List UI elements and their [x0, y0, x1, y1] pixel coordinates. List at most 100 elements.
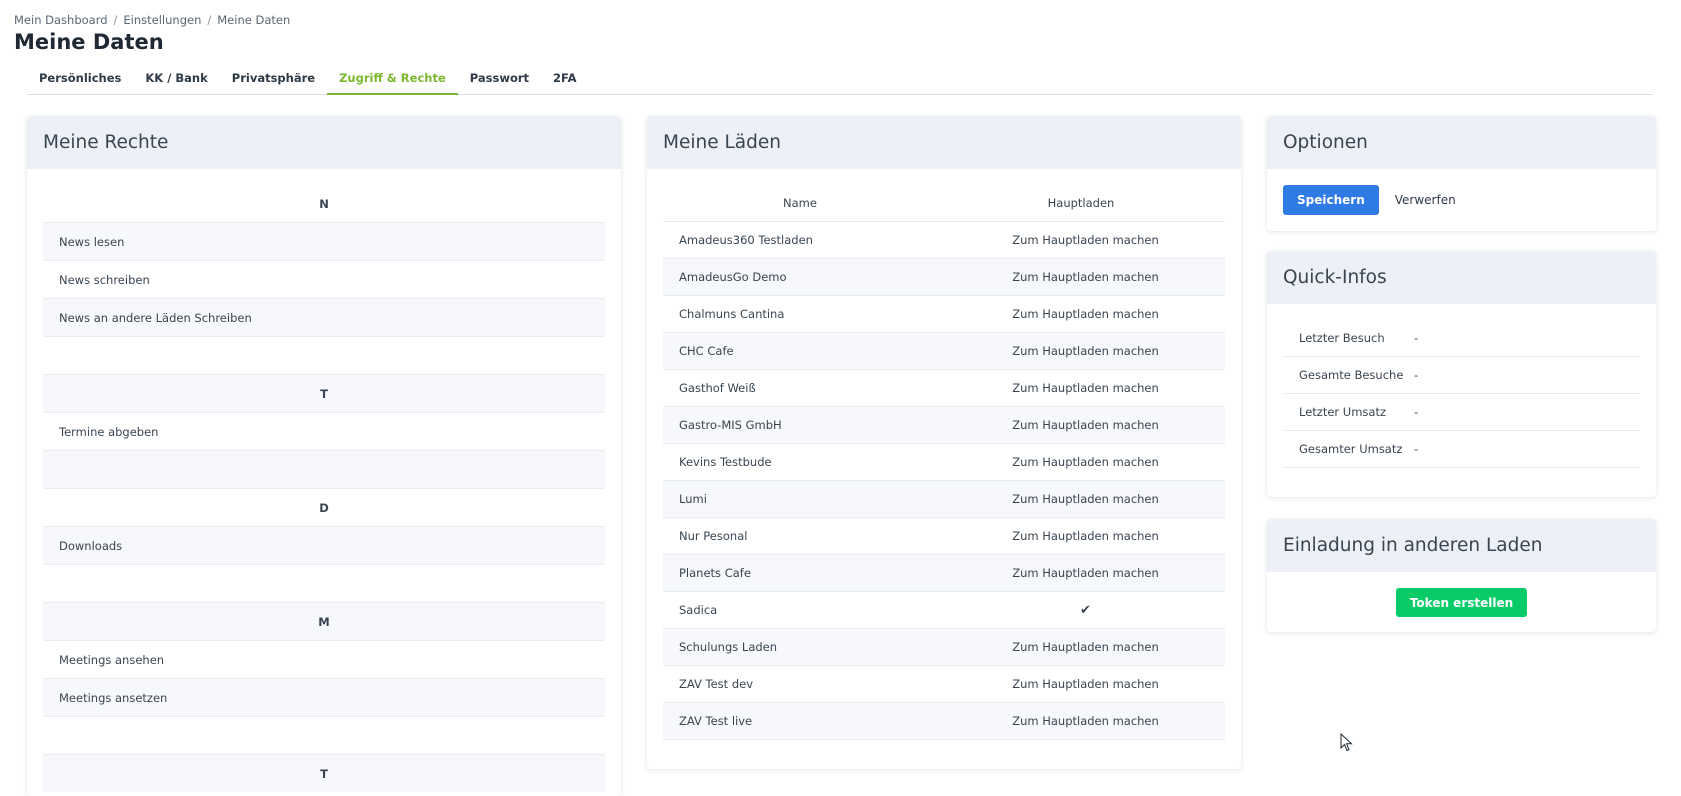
quick-info-value: - [1414, 331, 1419, 345]
breadcrumb-current: Meine Daten [217, 13, 291, 27]
quick-info-label: Letzter Besuch [1299, 331, 1385, 345]
store-row: Gastro-MIS GmbH Zum Hauptladen machen [663, 407, 1225, 444]
quick-info-row: Gesamter Umsatz - [1283, 431, 1640, 468]
rights-card-title: Meine Rechte [27, 116, 621, 169]
make-main-store-link[interactable]: Zum Hauptladen machen [946, 640, 1225, 654]
quick-info-label: Letzter Umsatz [1299, 405, 1386, 419]
make-main-store-link[interactable]: Zum Hauptladen machen [946, 270, 1225, 284]
tab-password[interactable]: Passwort [458, 66, 541, 93]
store-row: Schulungs Laden Zum Hauptladen machen [663, 629, 1225, 666]
make-main-store-link[interactable]: Zum Hauptladen machen [946, 455, 1225, 469]
rights-item: Termine abgeben [43, 413, 605, 451]
quick-info-value: - [1414, 442, 1419, 456]
store-name: AmadeusGo Demo [679, 270, 787, 284]
store-row: Lumi Zum Hauptladen machen [663, 481, 1225, 518]
quick-infos-card: Quick-Infos Letzter Besuch - Gesamte Besu… [1267, 251, 1656, 497]
quick-info-row: Letzter Umsatz - [1283, 394, 1640, 431]
make-main-store-link[interactable]: Zum Hauptladen machen [946, 307, 1225, 321]
stores-table: Name Hauptladen Amadeus360 Testladen Zum … [647, 169, 1241, 740]
store-row: Sadica ✔ [663, 592, 1225, 629]
make-main-store-link[interactable]: Zum Hauptladen machen [946, 418, 1225, 432]
options-actions: Speichern Verwerfen [1267, 169, 1656, 215]
store-row: Kevins Testbude Zum Hauptladen machen [663, 444, 1225, 481]
mouse-cursor-icon [1340, 733, 1353, 752]
tab-2fa[interactable]: 2FA [541, 66, 588, 93]
store-name: Schulungs Laden [679, 640, 778, 654]
store-row: Nur Pesonal Zum Hauptladen machen [663, 518, 1225, 555]
quick-info-row: Letzter Besuch - [1283, 320, 1640, 357]
rights-spacer [43, 337, 605, 375]
discard-button[interactable]: Verwerfen [1389, 192, 1462, 208]
make-main-store-link[interactable]: Zum Hauptladen machen [946, 344, 1225, 358]
store-name: Planets Cafe [679, 566, 751, 580]
breadcrumb: Mein Dashboard / Einstellungen / Meine Daten [14, 13, 290, 27]
tab-access-rights[interactable]: Zugriff & Rechte [327, 66, 458, 95]
rights-item: News lesen [43, 223, 605, 261]
options-card: Optionen Speichern Verwerfen [1267, 116, 1656, 231]
column-header-name: Name [783, 196, 817, 210]
make-main-store-link[interactable]: Zum Hauptladen machen [946, 381, 1225, 395]
breadcrumb-settings[interactable]: Einstellungen [123, 13, 201, 27]
quick-infos-list: Letzter Besuch - Gesamte Besuche - Letzter… [1267, 304, 1656, 468]
make-main-store-link[interactable]: Zum Hauptladen machen [946, 492, 1225, 506]
rights-spacer [43, 451, 605, 489]
make-main-store-link[interactable]: Zum Hauptladen machen [946, 714, 1225, 728]
rights-spacer [43, 717, 605, 755]
tab-privacy[interactable]: Privatsphäre [220, 66, 327, 93]
make-main-store-link[interactable]: Zum Hauptladen machen [946, 529, 1225, 543]
create-token-button[interactable]: Token erstellen [1395, 588, 1528, 617]
rights-item: News an andere Läden Schreiben [43, 299, 605, 337]
make-main-store-link[interactable]: Zum Hauptladen machen [946, 233, 1225, 247]
store-name: Chalmuns Cantina [679, 307, 785, 321]
store-name: Amadeus360 Testladen [679, 233, 813, 247]
rights-group-letter: N [43, 185, 605, 223]
invite-card: Einladung in anderen Laden Token erstell… [1267, 519, 1656, 632]
store-name: Lumi [679, 492, 707, 506]
main-store-indicator: ✔ [946, 603, 1225, 618]
store-row: ZAV Test live Zum Hauptladen machen [663, 703, 1225, 740]
rights-group-letter: M [43, 603, 605, 641]
checkmark-icon: ✔ [1080, 602, 1091, 618]
rights-spacer [43, 565, 605, 603]
store-name: ZAV Test live [679, 714, 753, 728]
make-main-store-link[interactable]: Zum Hauptladen machen [946, 566, 1225, 580]
tab-bank[interactable]: KK / Bank [133, 66, 219, 93]
tab-personal[interactable]: Persönliches [27, 66, 133, 93]
quick-info-label: Gesamter Umsatz [1299, 442, 1403, 456]
store-row: AmadeusGo Demo Zum Hauptladen machen [663, 259, 1225, 296]
store-row: Gasthof Weiß Zum Hauptladen machen [663, 370, 1225, 407]
options-card-title: Optionen [1267, 116, 1656, 169]
rights-card: Meine Rechte N News lesen News schreiben… [27, 116, 621, 796]
store-name: Sadica [679, 603, 718, 617]
stores-card-title: Meine Läden [647, 116, 1241, 169]
make-main-store-link[interactable]: Zum Hauptladen machen [946, 677, 1225, 691]
quick-info-value: - [1414, 368, 1419, 382]
column-header-main: Hauptladen [1047, 196, 1115, 210]
save-button[interactable]: Speichern [1283, 185, 1379, 215]
tab-bar: Persönliches KK / Bank Privatsphäre Zugr… [27, 66, 1653, 95]
store-row: Planets Cafe Zum Hauptladen machen [663, 555, 1225, 592]
store-name: Gastro-MIS GmbH [679, 418, 782, 432]
invite-card-title: Einladung in anderen Laden [1267, 519, 1656, 572]
quick-info-row: Gesamte Besuche - [1283, 357, 1640, 394]
quick-info-label: Gesamte Besuche [1299, 368, 1404, 382]
invite-actions: Token erstellen [1267, 572, 1656, 617]
store-name: ZAV Test dev [679, 677, 754, 691]
stores-card: Meine Läden Name Hauptladen Amadeus360 T… [647, 116, 1241, 769]
quick-infos-card-title: Quick-Infos [1267, 251, 1656, 304]
rights-list: N News lesen News schreiben News an ande… [27, 169, 621, 792]
rights-item: Downloads [43, 527, 605, 565]
store-row: ZAV Test dev Zum Hauptladen machen [663, 666, 1225, 703]
rights-group-letter: D [43, 489, 605, 527]
store-name: Kevins Testbude [679, 455, 772, 469]
store-name: CHC Cafe [679, 344, 734, 358]
breadcrumb-dashboard[interactable]: Mein Dashboard [14, 13, 108, 27]
breadcrumb-separator: / [113, 13, 118, 27]
breadcrumb-separator: / [207, 13, 212, 27]
page-title: Meine Daten [14, 30, 164, 54]
rights-item: Meetings ansehen [43, 641, 605, 679]
rights-item: News schreiben [43, 261, 605, 299]
stores-table-header: Name Hauptladen [663, 185, 1225, 222]
quick-info-value: - [1414, 405, 1419, 419]
store-row: CHC Cafe Zum Hauptladen machen [663, 333, 1225, 370]
